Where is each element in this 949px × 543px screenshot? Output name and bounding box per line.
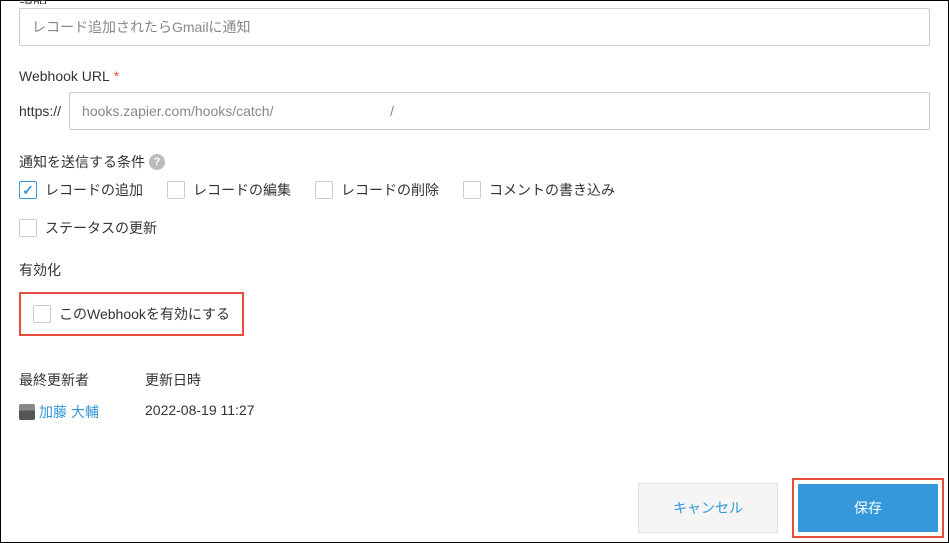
condition-record-add[interactable]: レコードの追加 bbox=[19, 180, 143, 200]
condition-comment-write[interactable]: コメントの書き込み bbox=[463, 180, 615, 200]
condition-label: ステータスの更新 bbox=[45, 218, 157, 238]
checkbox-icon[interactable] bbox=[463, 181, 481, 199]
condition-record-edit[interactable]: レコードの編集 bbox=[167, 180, 291, 200]
condition-status-update[interactable]: ステータスの更新 bbox=[19, 218, 157, 238]
conditions-label: 通知を送信する条件 bbox=[19, 152, 145, 172]
save-button[interactable]: 保存 bbox=[798, 484, 938, 532]
avatar-icon bbox=[19, 404, 35, 420]
button-row: キャンセル 保存 bbox=[638, 478, 944, 538]
checkbox-icon[interactable] bbox=[315, 181, 333, 199]
updater-name-link[interactable]: 加藤 大輔 bbox=[39, 402, 99, 422]
webhook-url-input[interactable] bbox=[69, 92, 930, 130]
help-icon[interactable]: ? bbox=[149, 154, 165, 170]
condition-label: レコードの編集 bbox=[193, 180, 291, 200]
required-asterisk-icon: * bbox=[114, 68, 119, 84]
condition-label: コメントの書き込み bbox=[489, 180, 615, 200]
activation-highlight: このWebhookを有効にする bbox=[19, 292, 244, 336]
url-prefix-label: https:// bbox=[19, 103, 61, 119]
save-highlight: 保存 bbox=[792, 478, 944, 538]
datetime-label: 更新日時 bbox=[145, 370, 255, 390]
description-label: 説明 bbox=[19, 0, 930, 4]
updater-label: 最終更新者 bbox=[19, 370, 109, 390]
activation-label: 有効化 bbox=[19, 260, 61, 280]
condition-label: レコードの追加 bbox=[45, 180, 143, 200]
checkbox-icon[interactable] bbox=[19, 219, 37, 237]
description-input[interactable] bbox=[19, 8, 930, 46]
datetime-value: 2022-08-19 11:27 bbox=[145, 402, 255, 418]
activation-checkbox-item[interactable]: このWebhookを有効にする bbox=[33, 304, 230, 324]
checkbox-icon[interactable] bbox=[33, 305, 51, 323]
cancel-button[interactable]: キャンセル bbox=[638, 483, 778, 533]
checkbox-icon[interactable] bbox=[19, 181, 37, 199]
condition-record-delete[interactable]: レコードの削除 bbox=[315, 180, 439, 200]
activation-checkbox-label: このWebhookを有効にする bbox=[59, 304, 230, 324]
checkbox-icon[interactable] bbox=[167, 181, 185, 199]
webhook-url-label: Webhook URL bbox=[19, 68, 110, 84]
condition-label: レコードの削除 bbox=[341, 180, 439, 200]
